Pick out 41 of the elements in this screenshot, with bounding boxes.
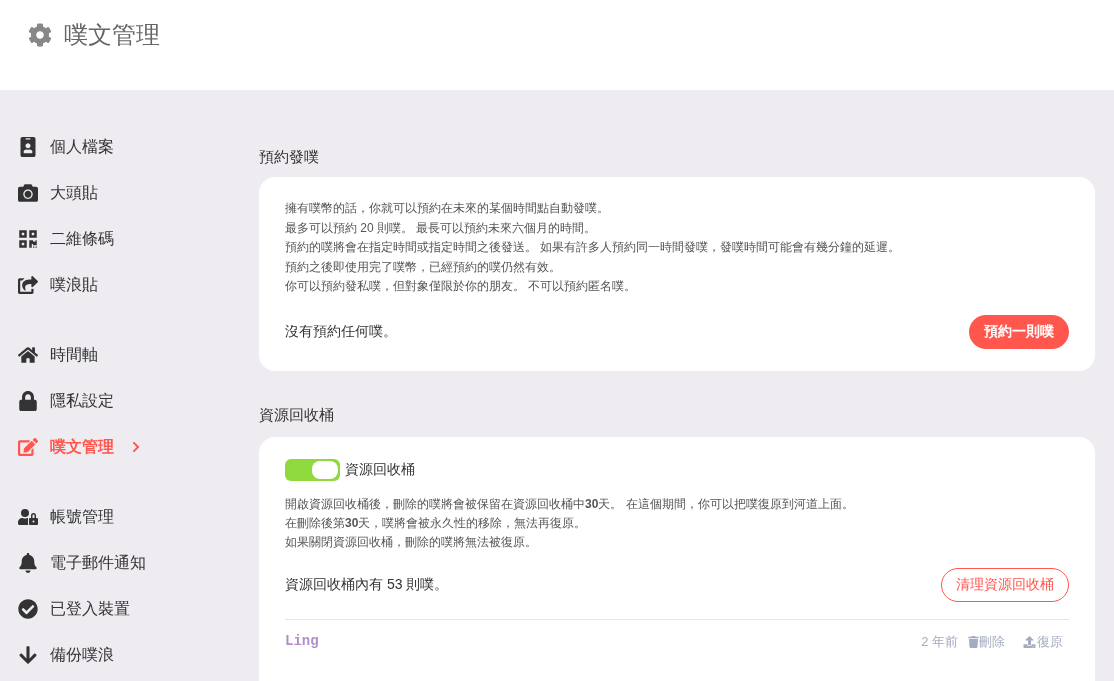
- description-text: 在刪除後第30天，噗將會被永久性的移除，無法再復原。: [285, 514, 588, 532]
- sidebar-item[interactable]: 電子郵件通知: [0, 540, 259, 586]
- description-text: 擁有噗幣的話，你就可以預約在未來的某個時間點自動發噗。: [285, 200, 610, 217]
- sidebar-item[interactable]: 帳號管理: [0, 494, 259, 540]
- edit-icon: [18, 437, 38, 457]
- author-name: Ling: [285, 632, 319, 651]
- description-text: 預約的噗將會在指定時間或指定時間之後發送。 如果有許多人預約同一時間發噗，發噗時間可能會有幾分鐘的延遲。: [285, 239, 902, 256]
- sidebar-item[interactable]: 時間軸: [0, 332, 259, 378]
- section-title: 預約發噗: [259, 147, 320, 166]
- trash-icon: [968, 635, 979, 648]
- user-lock-icon: [18, 507, 38, 527]
- description-text: 開啟資源回收桶後，刪除的噗將會被保留在資源回收桶中30天。 在這個期間，你可以把噗復原到河道上面。: [285, 495, 855, 513]
- camera-icon: [18, 183, 38, 203]
- home-icon: [18, 345, 38, 365]
- qr-code-icon: [18, 229, 38, 249]
- bell-icon: [18, 553, 38, 573]
- toggle-label: 資源回收桶: [345, 460, 415, 479]
- id-badge-icon: [18, 137, 38, 157]
- description-text: 最多可以預約 20 則噗。 最長可以預約未來六個月的時間。: [285, 219, 598, 237]
- settings-icon: [28, 23, 52, 47]
- arrow-down-icon: [18, 645, 38, 665]
- share-icon: [18, 275, 38, 295]
- status-text: 沒有預約任何噗。: [285, 322, 397, 341]
- sidebar-item[interactable]: 噗浪貼: [0, 262, 259, 308]
- lock-icon: [18, 391, 38, 411]
- timestamp: 2 年前: [921, 632, 958, 651]
- sidebar-item[interactable]: 二維條碼: [0, 216, 259, 262]
- status-text: 資源回收桶內有 53 則噗。: [285, 575, 449, 594]
- sidebar-item[interactable]: 備份噗浪: [0, 632, 259, 678]
- toggle-switch[interactable]: [285, 458, 340, 481]
- upload-icon: [1023, 635, 1036, 648]
- chevron-icon: [130, 441, 142, 453]
- sidebar-item[interactable]: 已登入裝置: [0, 586, 259, 632]
- sidebar-item[interactable]: 個人檔案: [0, 124, 259, 170]
- description-text: 預約之後即使用完了噗幣，已經預約的噗仍然有效。: [285, 258, 562, 276]
- description-text: 如果關閉資源回收桶，刪除的噗將無法被復原。: [285, 533, 538, 551]
- description-text: 你可以預約發私噗，但對象僅限於你的朋友。 不可以預約匿名噗。: [285, 278, 638, 295]
- page-title: 噗文管理: [64, 20, 160, 50]
- section-title: 資源回收桶: [259, 404, 335, 424]
- sidebar-item[interactable]: 隱私設定: [0, 378, 259, 424]
- sidebar-item[interactable]: 大頭貼: [0, 170, 259, 216]
